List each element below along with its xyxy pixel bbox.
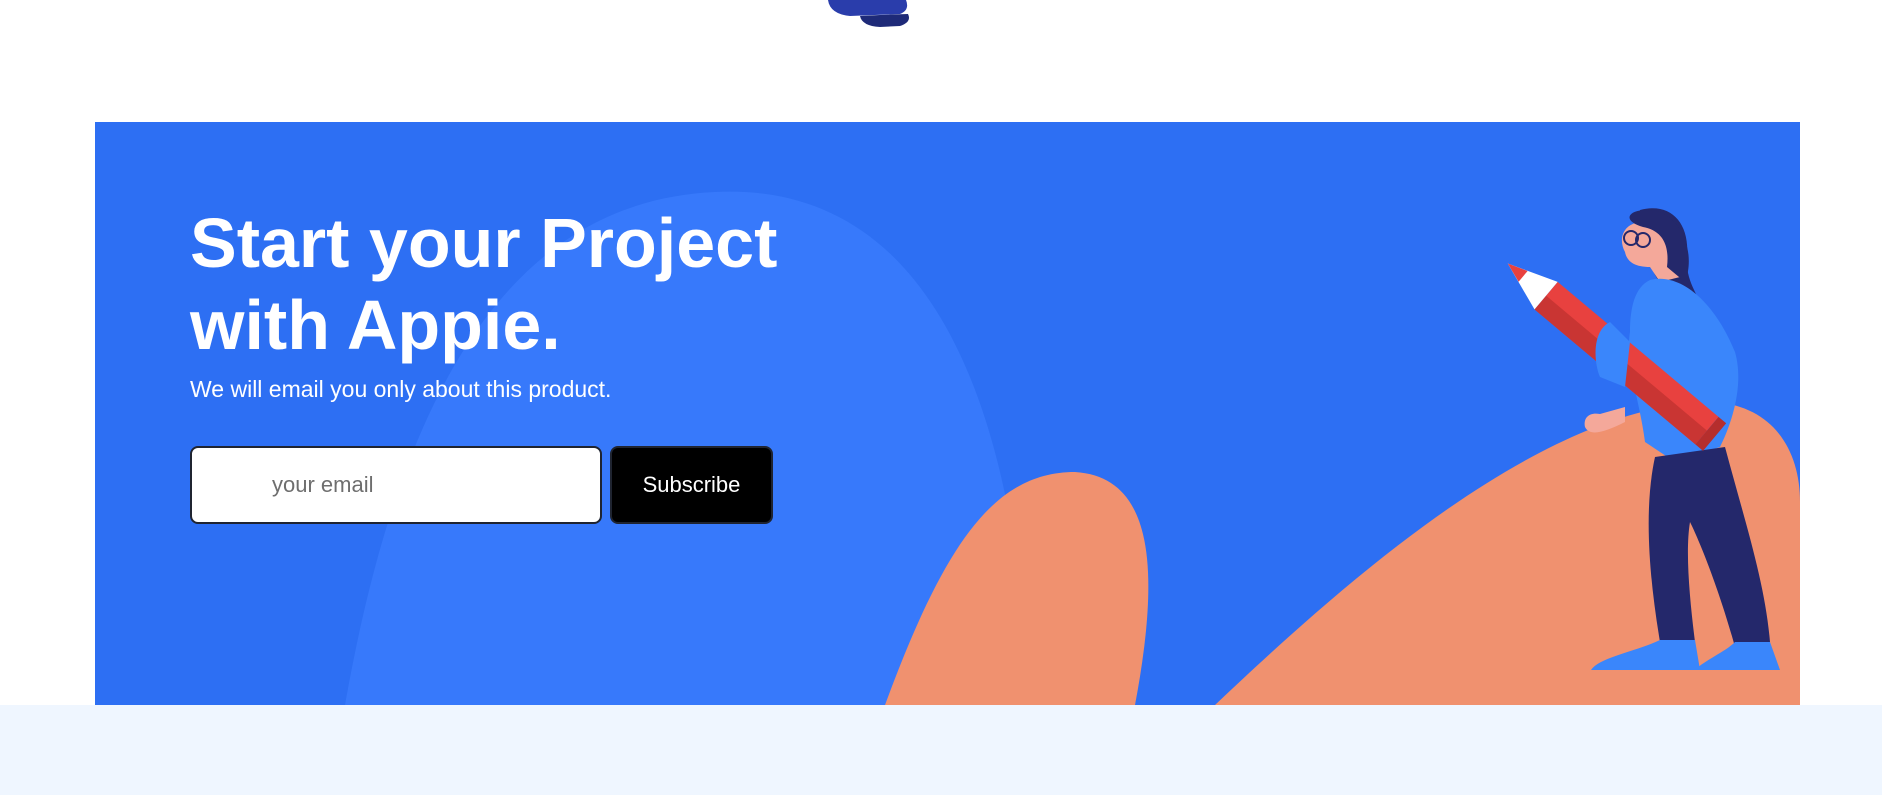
cta-content: Start your Project with Appie. We will e… xyxy=(190,202,830,524)
footer-background-strip xyxy=(0,705,1882,795)
subscribe-button[interactable]: Subscribe xyxy=(610,446,773,524)
woman-holding-pencil-illustration xyxy=(1507,208,1780,670)
headline-line-1: Start your Project xyxy=(190,204,778,282)
subscribe-form: Subscribe xyxy=(190,446,830,524)
email-input[interactable] xyxy=(190,446,602,524)
cta-banner: Start your Project with Appie. We will e… xyxy=(95,122,1800,705)
illustration-feet-icon xyxy=(828,0,909,27)
headline-line-2: with Appie. xyxy=(190,286,561,364)
cta-headline: Start your Project with Appie. xyxy=(190,202,830,366)
cta-subtext: We will email you only about this produc… xyxy=(190,376,612,402)
